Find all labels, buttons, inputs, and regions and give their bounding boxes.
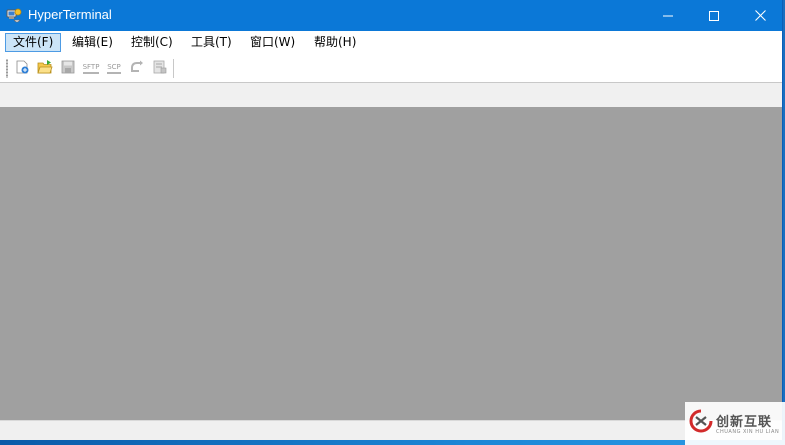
menu-edit[interactable]: 编辑(E)	[65, 33, 120, 52]
save-icon	[60, 59, 76, 79]
save-button[interactable]	[58, 59, 78, 78]
toolbar-separator	[173, 59, 174, 78]
menu-tools[interactable]: 工具(T)	[184, 33, 239, 52]
watermark-subtitle: CHUANG XIN HU LIAN	[716, 429, 780, 435]
menu-control[interactable]: 控制(C)	[124, 33, 180, 52]
status-bar	[0, 420, 782, 441]
reconnect-icon	[129, 59, 145, 79]
new-connection-icon	[14, 59, 30, 79]
properties-icon	[152, 59, 168, 79]
toolbar: SFTP SCP	[0, 55, 782, 83]
mdi-client-area[interactable]	[0, 107, 782, 420]
properties-button[interactable]	[150, 59, 170, 78]
toolbar-grip[interactable]	[6, 59, 8, 78]
window-title: HyperTerminal	[28, 7, 112, 22]
maximize-button[interactable]	[691, 0, 737, 31]
session-tab-strip[interactable]	[0, 83, 782, 107]
scp-button[interactable]: SCP	[104, 59, 124, 78]
menu-window[interactable]: 窗口(W)	[243, 33, 302, 52]
hyperterminal-window: HyperTerminal 文件(F) 编辑(E) 控制(C) 工具(T) 窗口…	[0, 0, 783, 441]
watermark: 创新互联 CHUANG XIN HU LIAN	[685, 402, 785, 445]
open-folder-icon	[37, 59, 53, 79]
open-button[interactable]	[35, 59, 55, 78]
close-button[interactable]	[737, 0, 783, 31]
minimize-button[interactable]	[645, 0, 691, 31]
close-icon	[754, 6, 766, 25]
sftp-button[interactable]: SFTP	[81, 59, 101, 78]
title-bar[interactable]: HyperTerminal	[0, 0, 782, 31]
hyperterminal-app-icon[interactable]	[6, 7, 22, 23]
menu-file[interactable]: 文件(F)	[5, 33, 62, 52]
reconnect-button[interactable]	[127, 59, 147, 78]
sftp-icon: SFTP	[82, 63, 100, 74]
maximize-icon	[709, 6, 719, 25]
scp-icon: SCP	[107, 63, 121, 74]
chuangxin-logo-icon	[688, 408, 714, 434]
menu-help[interactable]: 帮助(H)	[307, 33, 363, 52]
menu-bar: 文件(F) 编辑(E) 控制(C) 工具(T) 窗口(W) 帮助(H)	[0, 31, 782, 55]
watermark-title: 创新互联	[716, 415, 773, 430]
desktop-background	[0, 440, 785, 445]
minimize-icon	[663, 6, 673, 25]
new-connection-button[interactable]	[12, 59, 32, 78]
